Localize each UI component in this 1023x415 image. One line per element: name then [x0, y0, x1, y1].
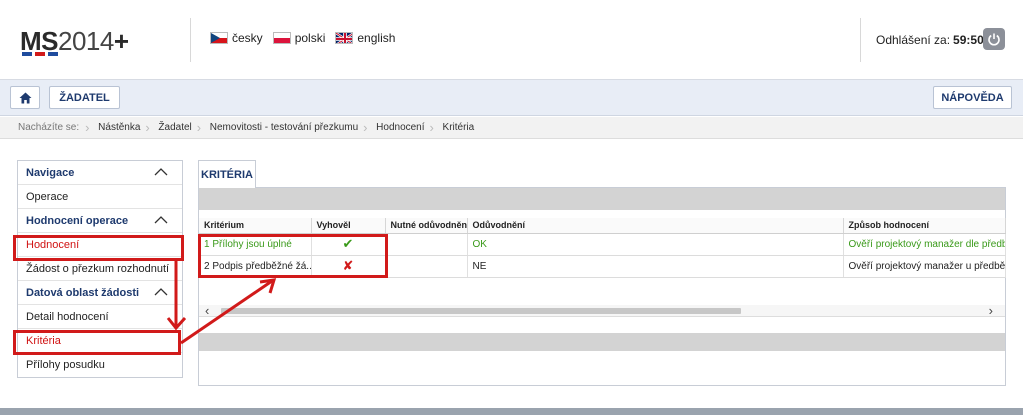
sidebar-item-label: Detail hodnocení: [26, 310, 109, 323]
power-icon[interactable]: [983, 28, 1005, 50]
cell-zpusob: Ověří projektový manažer dle předběž: [843, 233, 1006, 256]
breadcrumb-label: Nacházíte se:: [18, 122, 80, 133]
breadcrumb-item[interactable]: Hodnocení: [363, 120, 433, 135]
sidebar-header-label: Hodnocení operace: [26, 214, 129, 227]
sidebar-item-prilohy-posudku[interactable]: Přílohy posudku: [18, 353, 182, 377]
scroll-right-icon[interactable]: ›: [989, 303, 993, 318]
sidebar-item-kriteria[interactable]: Kritéria: [18, 329, 182, 353]
breadcrumb-item[interactable]: Nemovitosti - testování přezkumu: [197, 120, 367, 135]
cell-nutne: [385, 255, 468, 278]
cell-nutne: [385, 233, 468, 256]
horizontal-scrollbar[interactable]: ‹ ›: [199, 303, 1005, 318]
help-button[interactable]: NÁPOVĚDA: [933, 86, 1012, 109]
lang-pl-label: polski: [294, 31, 326, 45]
lang-en-label: english: [357, 31, 396, 45]
chevron-up-icon: [154, 216, 168, 224]
panel-toolbar: [199, 188, 1005, 210]
home-icon: [19, 92, 31, 103]
home-button[interactable]: [10, 86, 40, 109]
header-divider-right: [860, 18, 861, 62]
sidebar-header-label: Navigace: [26, 166, 75, 179]
breadcrumb-item[interactable]: Nástěnka: [85, 120, 149, 135]
sidebar-item-zadost-o-prezkum[interactable]: Žádost o přezkum rozhodnutí: [18, 257, 182, 281]
breadcrumb-item[interactable]: Žadatel: [145, 120, 200, 135]
cell-oduvodneni: OK: [467, 233, 844, 256]
flag-pl-icon: [272, 32, 291, 44]
tab-kriteria[interactable]: KRITÉRIA: [198, 160, 256, 188]
sidebar-item-label: Hodnocení: [26, 238, 80, 251]
chevron-up-icon: [154, 288, 168, 296]
sidebar-navigation: Navigace Operace Hodnocení operace Hodno…: [17, 160, 183, 378]
table-row[interactable]: 2 Podpis předběžné žá... ✘ NE Ověří proj…: [199, 255, 1006, 278]
top-bar: MS2014+ česky polski english Odhlášení z…: [0, 0, 1023, 80]
sidebar-header-datova-oblast[interactable]: Datová oblast žádosti: [18, 281, 182, 305]
sidebar-item-label: Přílohy posudku: [26, 359, 105, 371]
check-icon: ✔: [311, 233, 386, 256]
lang-cz-label: česky: [232, 31, 263, 45]
logout-time: 59:50: [953, 33, 984, 47]
cell-oduvodneni: NE: [467, 255, 844, 278]
main-content: KRITÉRIA Kritérium Vyhověl Nutné odůvodn…: [198, 160, 1006, 386]
scroll-thumb[interactable]: [221, 308, 741, 314]
language-switcher: česky polski english: [210, 31, 395, 45]
cell-kriterium: 2 Podpis předběžné žá...: [199, 255, 312, 278]
cell-kriterium: 1 Přílohy jsou úplné: [199, 233, 312, 256]
column-header[interactable]: Vyhověl: [311, 218, 386, 234]
table-header-row: Kritérium Vyhověl Nutné odůvodnění Odůvo…: [199, 218, 1006, 234]
zadatel-button[interactable]: ŽADATEL: [49, 86, 120, 109]
column-header[interactable]: Způsob hodnocení: [843, 218, 1006, 234]
table-row[interactable]: 1 Přílohy jsou úplné ✔ OK Ověří projekto…: [199, 233, 1006, 256]
chevron-up-icon: [154, 168, 168, 176]
sidebar-item-hodnoceni[interactable]: Hodnocení: [18, 233, 182, 257]
logo-stripes: [22, 52, 58, 56]
sidebar-header-navigace[interactable]: Navigace: [18, 161, 182, 185]
sidebar-item-detail-hodnoceni[interactable]: Detail hodnocení: [18, 305, 182, 329]
column-header[interactable]: Odůvodnění: [467, 218, 844, 234]
toolbar: ŽADATEL NÁPOVĚDA: [0, 80, 1023, 116]
breadcrumb: Nacházíte se: Nástěnka Žadatel Nemovitos…: [0, 117, 1023, 139]
sidebar-header-label: Datová oblast žádosti: [26, 286, 140, 299]
breadcrumb-item-current[interactable]: Kritéria: [430, 120, 484, 135]
footer-bar: [0, 408, 1023, 415]
sidebar-item-label: Operace: [26, 190, 69, 203]
lang-cz[interactable]: česky: [210, 31, 263, 45]
flag-cz-icon: [210, 32, 228, 44]
logout-timer: Odhlášení za: 59:50: [876, 33, 984, 47]
kriteria-panel: Kritérium Vyhověl Nutné odůvodnění Odůvo…: [198, 187, 1006, 386]
header-divider: [190, 18, 191, 62]
sidebar-item-label: Žádost o přezkum rozhodnutí: [26, 262, 170, 275]
flag-gb-icon: [335, 32, 354, 44]
logout-label: Odhlášení za:: [876, 33, 951, 47]
sidebar-item-operace[interactable]: Operace: [18, 185, 182, 209]
sidebar-item-label: Kritéria: [26, 334, 61, 347]
lang-en[interactable]: english: [335, 31, 395, 45]
logo-thin: 2014: [58, 26, 114, 56]
scroll-left-icon[interactable]: ‹: [205, 303, 209, 318]
column-header[interactable]: Kritérium: [199, 218, 312, 234]
cross-icon: ✘: [311, 255, 386, 278]
logo-plus: +: [113, 26, 129, 56]
kriteria-table: Kritérium Vyhověl Nutné odůvodnění Odůvo…: [199, 218, 1006, 278]
panel-footer-band: [199, 333, 1005, 351]
column-header[interactable]: Nutné odůvodnění: [385, 218, 468, 234]
sidebar-header-hodnoceni-operace[interactable]: Hodnocení operace: [18, 209, 182, 233]
lang-pl[interactable]: polski: [272, 31, 326, 45]
cell-zpusob: Ověří projektový manažer u předběžné: [843, 255, 1006, 278]
